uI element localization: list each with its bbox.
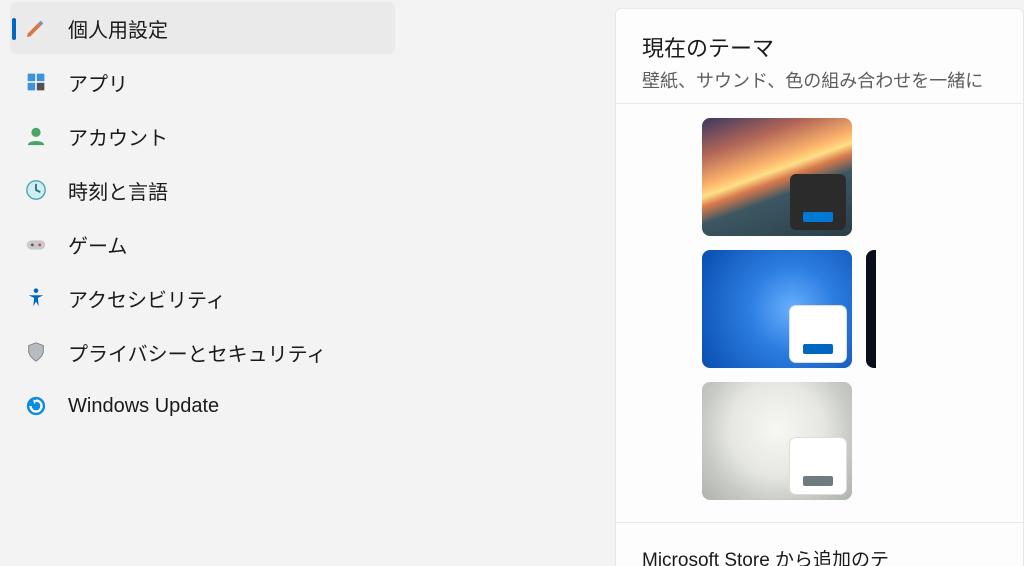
sidebar-item-gaming[interactable]: ゲーム bbox=[10, 218, 395, 270]
themes-card-title: 現在のテーマ bbox=[642, 31, 997, 63]
themes-card-footer[interactable]: Microsoft Store から追加のテ bbox=[616, 522, 1023, 566]
sidebar-item-personalization[interactable]: 個人用設定 bbox=[10, 2, 395, 54]
themes-card: 現在のテーマ 壁紙、サウンド、色の組み合わせを一緒に Microsoft Sto… bbox=[615, 8, 1024, 566]
clock-icon bbox=[24, 178, 48, 202]
brush-icon bbox=[24, 16, 48, 40]
sidebar-item-label: アカウント bbox=[68, 122, 168, 151]
theme-preview-overlay bbox=[790, 174, 846, 230]
sidebar: 個人用設定 アプリ アカウント 時刻と言語 ゲーム アクセシビリティ bbox=[0, 0, 405, 566]
theme-preview-overlay bbox=[790, 306, 846, 362]
theme-tile-bloom-blue[interactable] bbox=[702, 250, 852, 368]
shield-icon bbox=[24, 340, 48, 364]
sidebar-item-label: Windows Update bbox=[68, 395, 219, 418]
theme-tile-bloom-light[interactable] bbox=[702, 382, 852, 500]
sidebar-item-label: 個人用設定 bbox=[68, 14, 168, 43]
sidebar-item-label: アプリ bbox=[68, 68, 128, 97]
sidebar-item-windows-update[interactable]: Windows Update bbox=[10, 380, 395, 432]
sidebar-item-label: アクセシビリティ bbox=[68, 284, 226, 313]
themes-card-header: 現在のテーマ 壁紙、サウンド、色の組み合わせを一緒に bbox=[616, 9, 1023, 103]
themes-card-subtitle: 壁紙、サウンド、色の組み合わせを一緒に bbox=[642, 67, 997, 93]
sidebar-item-label: プライバシーとセキュリティ bbox=[68, 338, 326, 367]
sidebar-item-privacy[interactable]: プライバシーとセキュリティ bbox=[10, 326, 395, 378]
accessibility-icon bbox=[24, 286, 48, 310]
themes-card-body bbox=[616, 103, 1023, 522]
sidebar-item-time-language[interactable]: 時刻と言語 bbox=[10, 164, 395, 216]
update-icon bbox=[24, 394, 48, 418]
theme-preview-overlay bbox=[790, 438, 846, 494]
sidebar-item-accounts[interactable]: アカウント bbox=[10, 110, 395, 162]
main-content: 現在のテーマ 壁紙、サウンド、色の組み合わせを一緒に Microsoft Sto… bbox=[405, 0, 1024, 566]
sidebar-item-label: ゲーム bbox=[68, 230, 127, 259]
themes-grid bbox=[642, 118, 997, 500]
sidebar-item-apps[interactable]: アプリ bbox=[10, 56, 395, 108]
theme-tile-dark-partial[interactable] bbox=[866, 250, 876, 368]
account-icon bbox=[24, 124, 48, 148]
sidebar-item-label: 時刻と言語 bbox=[68, 176, 168, 205]
theme-tile-sunset[interactable] bbox=[702, 118, 852, 236]
sidebar-item-accessibility[interactable]: アクセシビリティ bbox=[10, 272, 395, 324]
store-link-text: Microsoft Store から追加のテ bbox=[642, 550, 889, 566]
apps-icon bbox=[24, 70, 48, 94]
gamepad-icon bbox=[24, 232, 48, 256]
